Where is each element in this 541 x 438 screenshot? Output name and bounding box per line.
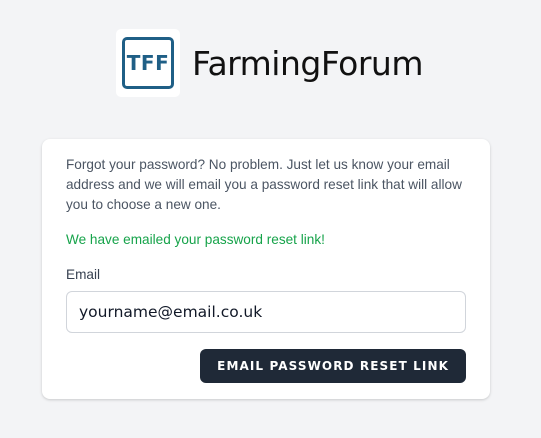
logo-mark-icon: TFF [116,29,180,97]
logo-mark-text: TFF [122,37,174,89]
email-label: Email [66,267,100,282]
intro-text: Forgot your password? No problem. Just l… [66,157,462,212]
password-reset-card: Forgot your password? No problem. Just l… [42,139,490,399]
brand-logo[interactable]: TFF FarmingForum [116,29,423,97]
form-actions: EMAIL PASSWORD RESET LINK [66,349,466,383]
email-input[interactable] [66,291,466,333]
email-reset-link-button[interactable]: EMAIL PASSWORD RESET LINK [200,349,466,383]
status-message: We have emailed your password reset link… [66,232,325,247]
brand-name: FarmingForum [192,43,423,83]
